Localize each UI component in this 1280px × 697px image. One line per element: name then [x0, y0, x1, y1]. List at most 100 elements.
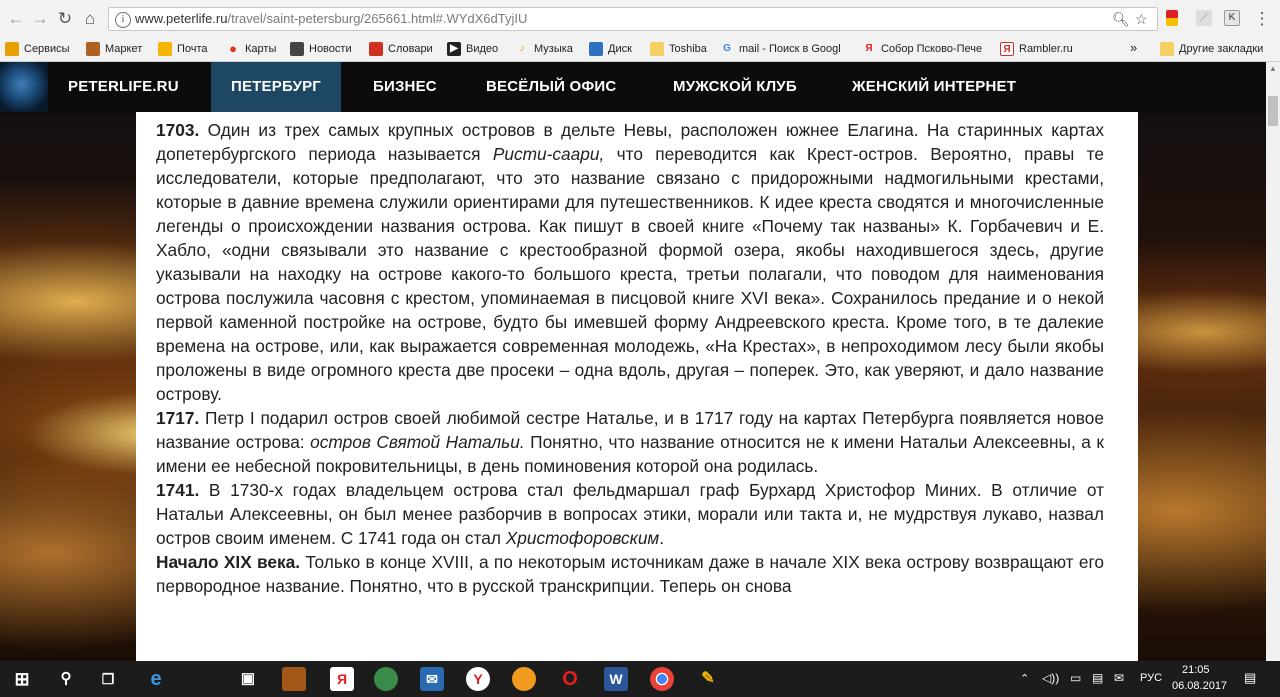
bookmark-rambler[interactable]: Я Rambler.ru	[1000, 42, 1073, 56]
dictionary-icon	[369, 42, 383, 56]
yandex-extension-icon[interactable]	[1166, 10, 1178, 26]
bookmark-toshiba[interactable]: Toshiba	[650, 42, 707, 56]
bookmark-label: Сервисы	[24, 43, 70, 55]
bookmark-star-icon[interactable]: ☆	[1135, 11, 1148, 28]
paragraph-emphasis: остров Святой Натальи.	[310, 432, 525, 452]
back-arrow-icon[interactable]: ←	[6, 9, 26, 29]
clock-date[interactable]: 06.08.2017	[1172, 680, 1227, 692]
paragraph-19th-century: Начало XIX века. Только в конце XVIII, а…	[136, 550, 1138, 598]
bookmark-mail[interactable]: Почта	[158, 42, 208, 56]
year-label: 1741.	[156, 480, 200, 500]
battery-icon[interactable]: ▭	[1070, 671, 1081, 685]
chrome-icon[interactable]	[650, 667, 674, 691]
zoom-icon[interactable]: 🔍︎	[1112, 11, 1130, 28]
mail-icon	[158, 42, 172, 56]
bookmark-label: mail - Поиск в Googl	[739, 43, 841, 55]
map-pin-icon: ●	[229, 41, 237, 56]
store-icon[interactable]: ▣	[236, 667, 260, 691]
windows-start-icon[interactable]: ⊞	[10, 667, 34, 691]
paragraph-1703: 1703. Один из трех самых крупных острово…	[136, 118, 1138, 406]
bookmark-label: Маркет	[105, 43, 143, 55]
bookmark-label: Диск	[608, 43, 632, 55]
folder-icon	[650, 42, 664, 56]
music-icon: ♪	[519, 43, 525, 54]
other-bookmarks-label: Другие закладки	[1179, 43, 1264, 55]
video-icon: ▶	[447, 42, 461, 56]
task-view-icon[interactable]: ❐	[96, 667, 120, 691]
page-background: PETERLIFE.RU ПЕТЕРБУРГ БИЗНЕС ВЕСЁЛЫЙ ОФ…	[0, 62, 1266, 661]
paint-app-icon[interactable]	[512, 667, 536, 691]
notifications-icon[interactable]: ▤	[1244, 670, 1256, 686]
home-icon[interactable]: ⌂	[80, 9, 100, 29]
scroll-up-arrow-icon[interactable]: ▲	[1266, 62, 1280, 76]
yandex-app-icon[interactable]: Y	[466, 667, 490, 691]
year-label: 1703.	[156, 120, 200, 140]
bookmark-label: Музыка	[534, 43, 573, 55]
globe-logo-icon[interactable]	[0, 62, 48, 112]
site-info-icon[interactable]: i	[115, 12, 131, 28]
opera-icon[interactable]: O	[558, 667, 582, 691]
folder-icon	[1160, 42, 1174, 56]
apps-grid-icon	[5, 42, 19, 56]
menu-kebab-icon[interactable]: ⋮	[1252, 9, 1272, 29]
url-text[interactable]: www.peterlife.ru/travel/saint-petersburg…	[135, 11, 527, 26]
bookmarks-more-button[interactable]: »	[1130, 40, 1137, 55]
edge-browser-icon[interactable]: e	[144, 667, 168, 691]
paragraph-emphasis: Христофоровским	[505, 528, 660, 548]
yandex-browser-icon[interactable]: Я	[330, 667, 354, 691]
paragraph-emphasis: Ристи-саари,	[492, 144, 605, 164]
nav-mens-club[interactable]: МУЖСКОЙ КЛУБ	[653, 62, 817, 112]
paragraph-1741: 1741. В 1730-х годах владельцем острова …	[136, 478, 1138, 550]
reload-icon[interactable]: ↻	[55, 9, 75, 29]
nav-petersburg[interactable]: ПЕТЕРБУРГ	[211, 62, 342, 112]
drive-folder-icon[interactable]	[282, 667, 306, 691]
bookmark-label: Словари	[388, 43, 433, 55]
url-path: /travel/saint-petersburg/265661.html#.WY…	[227, 11, 528, 26]
language-indicator[interactable]: РУС	[1140, 672, 1162, 684]
nav-business[interactable]: БИЗНЕС	[353, 62, 457, 112]
bookmark-google-search[interactable]: Gmail - Поиск в Googl	[720, 42, 841, 56]
bookmark-label: Toshiba	[669, 43, 707, 55]
mail-app-icon[interactable]: ✉	[420, 667, 444, 691]
bookmarks-bar: Сервисы Маркет Почта ● Карты Новости Слов…	[0, 38, 1280, 62]
nav-peterlife[interactable]: PETERLIFE.RU	[48, 62, 199, 112]
windows-taskbar: ⊞ ⚲ ❐ e ▣ Я ✉ Y O W ✎ ⌃ ◁)) ▭ ▤ ✉ РУС 21…	[0, 661, 1280, 697]
bookmark-disk[interactable]: Диск	[589, 42, 632, 56]
extension-kaspersky-icon[interactable]: K	[1224, 10, 1240, 26]
bookmark-sobor[interactable]: Я Собор Псково-Пече	[862, 42, 982, 56]
market-icon	[86, 42, 100, 56]
vertical-scrollbar[interactable]: ▲	[1266, 62, 1280, 661]
bookmark-label: Почта	[177, 43, 208, 55]
disk-icon	[589, 42, 603, 56]
nav-fun-office[interactable]: ВЕСЁЛЫЙ ОФИС	[466, 62, 636, 112]
forward-arrow-icon[interactable]: →	[30, 9, 50, 29]
word-icon[interactable]: W	[604, 667, 628, 691]
tray-app-icon[interactable]: ✉	[1114, 671, 1124, 685]
site-nav: PETERLIFE.RU ПЕТЕРБУРГ БИЗНЕС ВЕСЁЛЫЙ ОФ…	[0, 62, 1266, 112]
extension-k-icon[interactable]: ⟋	[1196, 10, 1212, 26]
clock-time[interactable]: 21:05	[1182, 664, 1210, 676]
tray-chevron-icon[interactable]: ⌃	[1020, 672, 1029, 685]
bookmark-market[interactable]: Маркет	[86, 42, 142, 56]
browser-toolbar: ← → ↻ ⌂ i www.peterlife.ru/travel/saint-…	[0, 0, 1280, 39]
search-icon[interactable]: ⚲	[54, 667, 78, 691]
volume-icon[interactable]: ◁))	[1042, 671, 1059, 685]
bookmark-video[interactable]: ▶ Видео	[447, 42, 498, 56]
bookmark-label: Новости	[309, 43, 352, 55]
google-icon: G	[723, 43, 731, 54]
bookmark-music[interactable]: ♪ Музыка	[515, 42, 573, 56]
network-icon[interactable]: ▤	[1092, 671, 1103, 685]
paint-brush-icon[interactable]: ✎	[696, 667, 720, 691]
bookmark-dictionary[interactable]: Словари	[369, 42, 433, 56]
scrollbar-thumb[interactable]	[1268, 96, 1278, 126]
address-bar[interactable]: i www.peterlife.ru/travel/saint-petersbu…	[108, 7, 1158, 31]
paragraph-text: .	[659, 528, 665, 548]
more-label: »	[1130, 40, 1138, 55]
bookmark-maps[interactable]: ● Карты	[226, 42, 276, 56]
bookmark-services[interactable]: Сервисы	[5, 42, 70, 56]
bookmark-news[interactable]: Новости	[290, 42, 352, 56]
other-bookmarks[interactable]: Другие закладки	[1160, 42, 1263, 56]
app-icon[interactable]	[374, 667, 398, 691]
nav-womens-internet[interactable]: ЖЕНСКИЙ ИНТЕРНЕТ	[832, 62, 1036, 112]
system-tray: ⌃ ◁)) ▭ ▤ ✉ РУС 21:05 06.08.2017 ▤	[1020, 661, 1280, 697]
